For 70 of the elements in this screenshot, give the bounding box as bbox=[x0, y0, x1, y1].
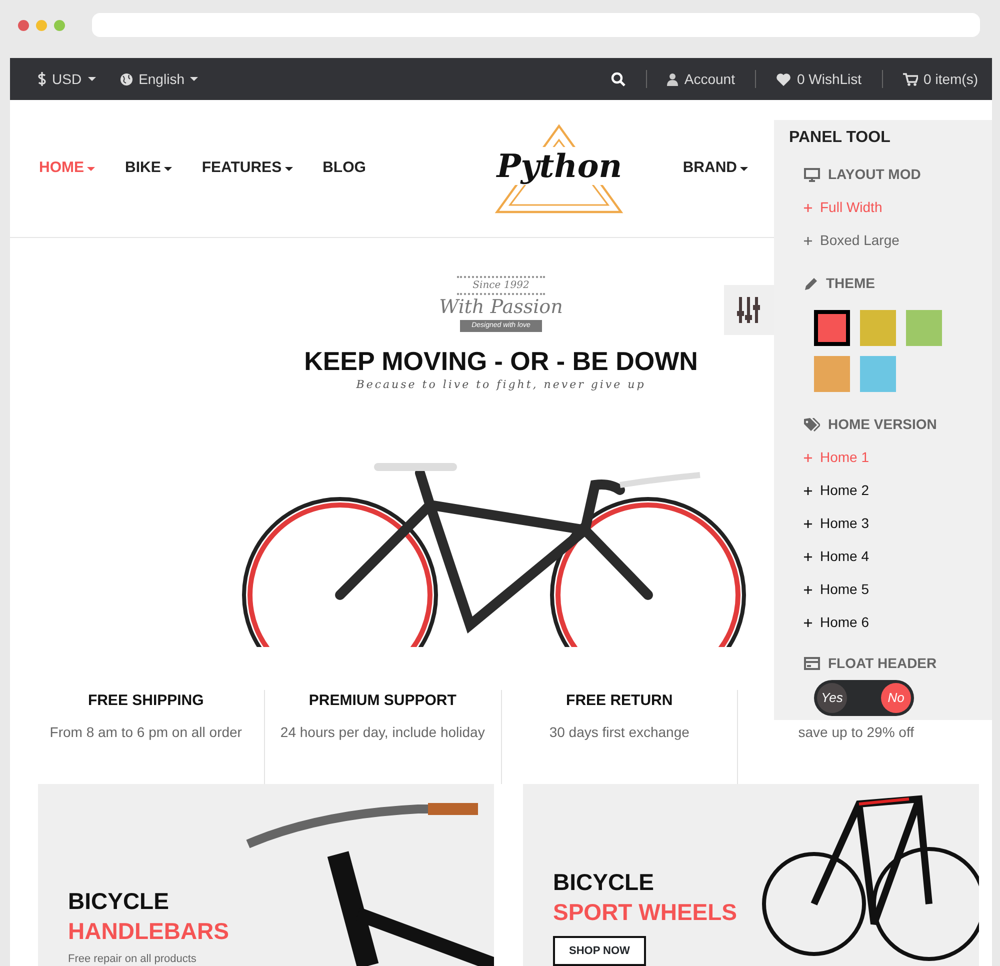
monitor-icon bbox=[804, 168, 820, 182]
toggle-option[interactable]: Yes bbox=[817, 683, 847, 713]
section-title: LAYOUT MOD bbox=[828, 165, 921, 184]
account-link[interactable]: Account bbox=[667, 68, 735, 90]
feature-text: 30 days first exchange bbox=[548, 722, 690, 742]
banner-title: BICYCLE bbox=[553, 868, 655, 897]
option-link[interactable]: Home 4 bbox=[804, 546, 870, 567]
banner-text: Free repair on all products bbox=[68, 952, 198, 966]
color-swatch[interactable] bbox=[814, 356, 850, 392]
shop-now-button[interactable]: SHOP NOW bbox=[553, 936, 646, 966]
credit-card-icon bbox=[804, 657, 820, 670]
plus-icon bbox=[804, 486, 812, 494]
plus-icon bbox=[804, 520, 812, 528]
search-icon[interactable] bbox=[611, 72, 626, 86]
toggle-switch[interactable]: Yes No bbox=[814, 680, 914, 716]
nav-link[interactable]: BIKE bbox=[125, 157, 172, 180]
banner-subtitle: HANDLEBARS bbox=[68, 916, 230, 946]
heart-icon bbox=[776, 72, 791, 86]
nav-link[interactable]: BLOG bbox=[322, 157, 366, 180]
color-swatch[interactable] bbox=[906, 310, 942, 346]
option-link[interactable]: Boxed Large bbox=[804, 230, 900, 251]
plus-icon bbox=[804, 204, 812, 212]
maximize-dot[interactable] bbox=[54, 20, 65, 30]
tags-icon bbox=[804, 418, 820, 432]
nav-link[interactable]: BRAND bbox=[682, 157, 748, 180]
feature-text: 24 hours per day, include holiday bbox=[279, 722, 486, 742]
pencil-icon bbox=[804, 276, 818, 290]
cart-icon bbox=[902, 72, 918, 86]
section-title: HOME VERSION bbox=[828, 415, 937, 434]
feature-title: PREMIUM SUPPORT bbox=[308, 691, 458, 711]
plus-icon bbox=[804, 586, 812, 594]
option-link[interactable]: Home 2 bbox=[804, 480, 870, 501]
banner-card[interactable]: BICYCLE SPORT WHEELS SHOP NOW bbox=[523, 784, 979, 966]
language-selector[interactable]: English bbox=[120, 68, 198, 90]
currency-selector[interactable]: USD bbox=[38, 68, 96, 90]
option-link[interactable]: Home 6 bbox=[804, 612, 870, 633]
site-logo[interactable]: Python bbox=[494, 122, 624, 214]
dollar-icon bbox=[38, 72, 46, 86]
color-swatch[interactable] bbox=[860, 356, 896, 392]
feature-text: save up to 29% off bbox=[797, 722, 915, 742]
close-dot[interactable] bbox=[18, 20, 29, 30]
feature-title: FREE SHIPPING bbox=[86, 691, 205, 711]
wishlist-link[interactable]: 0 WishList bbox=[776, 68, 862, 90]
plus-icon bbox=[804, 454, 812, 462]
panel-toggle-button[interactable] bbox=[724, 285, 774, 335]
nav-link[interactable]: FEATURES bbox=[202, 157, 293, 180]
hero-title: KEEP MOVING - OR - BE DOWN bbox=[304, 346, 698, 378]
color-swatch[interactable] bbox=[814, 310, 850, 346]
hero-subtitle: Because to live to fight, never give up bbox=[356, 377, 646, 394]
option-link[interactable]: Home 3 bbox=[804, 513, 870, 534]
badge-title: With Passion bbox=[439, 295, 563, 320]
feature-text: From 8 am to 6 pm on all order bbox=[48, 722, 243, 742]
minimize-dot[interactable] bbox=[36, 20, 47, 30]
section-title: THEME bbox=[826, 274, 875, 293]
globe-icon bbox=[120, 72, 133, 86]
color-swatch[interactable] bbox=[860, 310, 896, 346]
banner-card[interactable]: BICYCLE HANDLEBARS Free repair on all products bbox=[38, 784, 494, 966]
section-title: FLOAT HEADER bbox=[828, 654, 937, 673]
plus-icon bbox=[804, 236, 812, 244]
plus-icon bbox=[804, 618, 812, 626]
banner-subtitle: SPORT WHEELS bbox=[553, 898, 738, 927]
feature-title: FREE RETURN bbox=[565, 691, 674, 711]
panel-title: PANEL TOOL bbox=[789, 128, 892, 148]
sliders-icon bbox=[737, 297, 761, 323]
user-icon bbox=[667, 72, 678, 86]
option-link[interactable]: Home 5 bbox=[804, 579, 870, 600]
badge-caption: Since 1992 bbox=[456, 276, 546, 295]
plus-icon bbox=[804, 552, 812, 560]
cart-link[interactable]: 0 item(s) bbox=[902, 68, 978, 90]
banner-title: BICYCLE bbox=[68, 887, 170, 916]
